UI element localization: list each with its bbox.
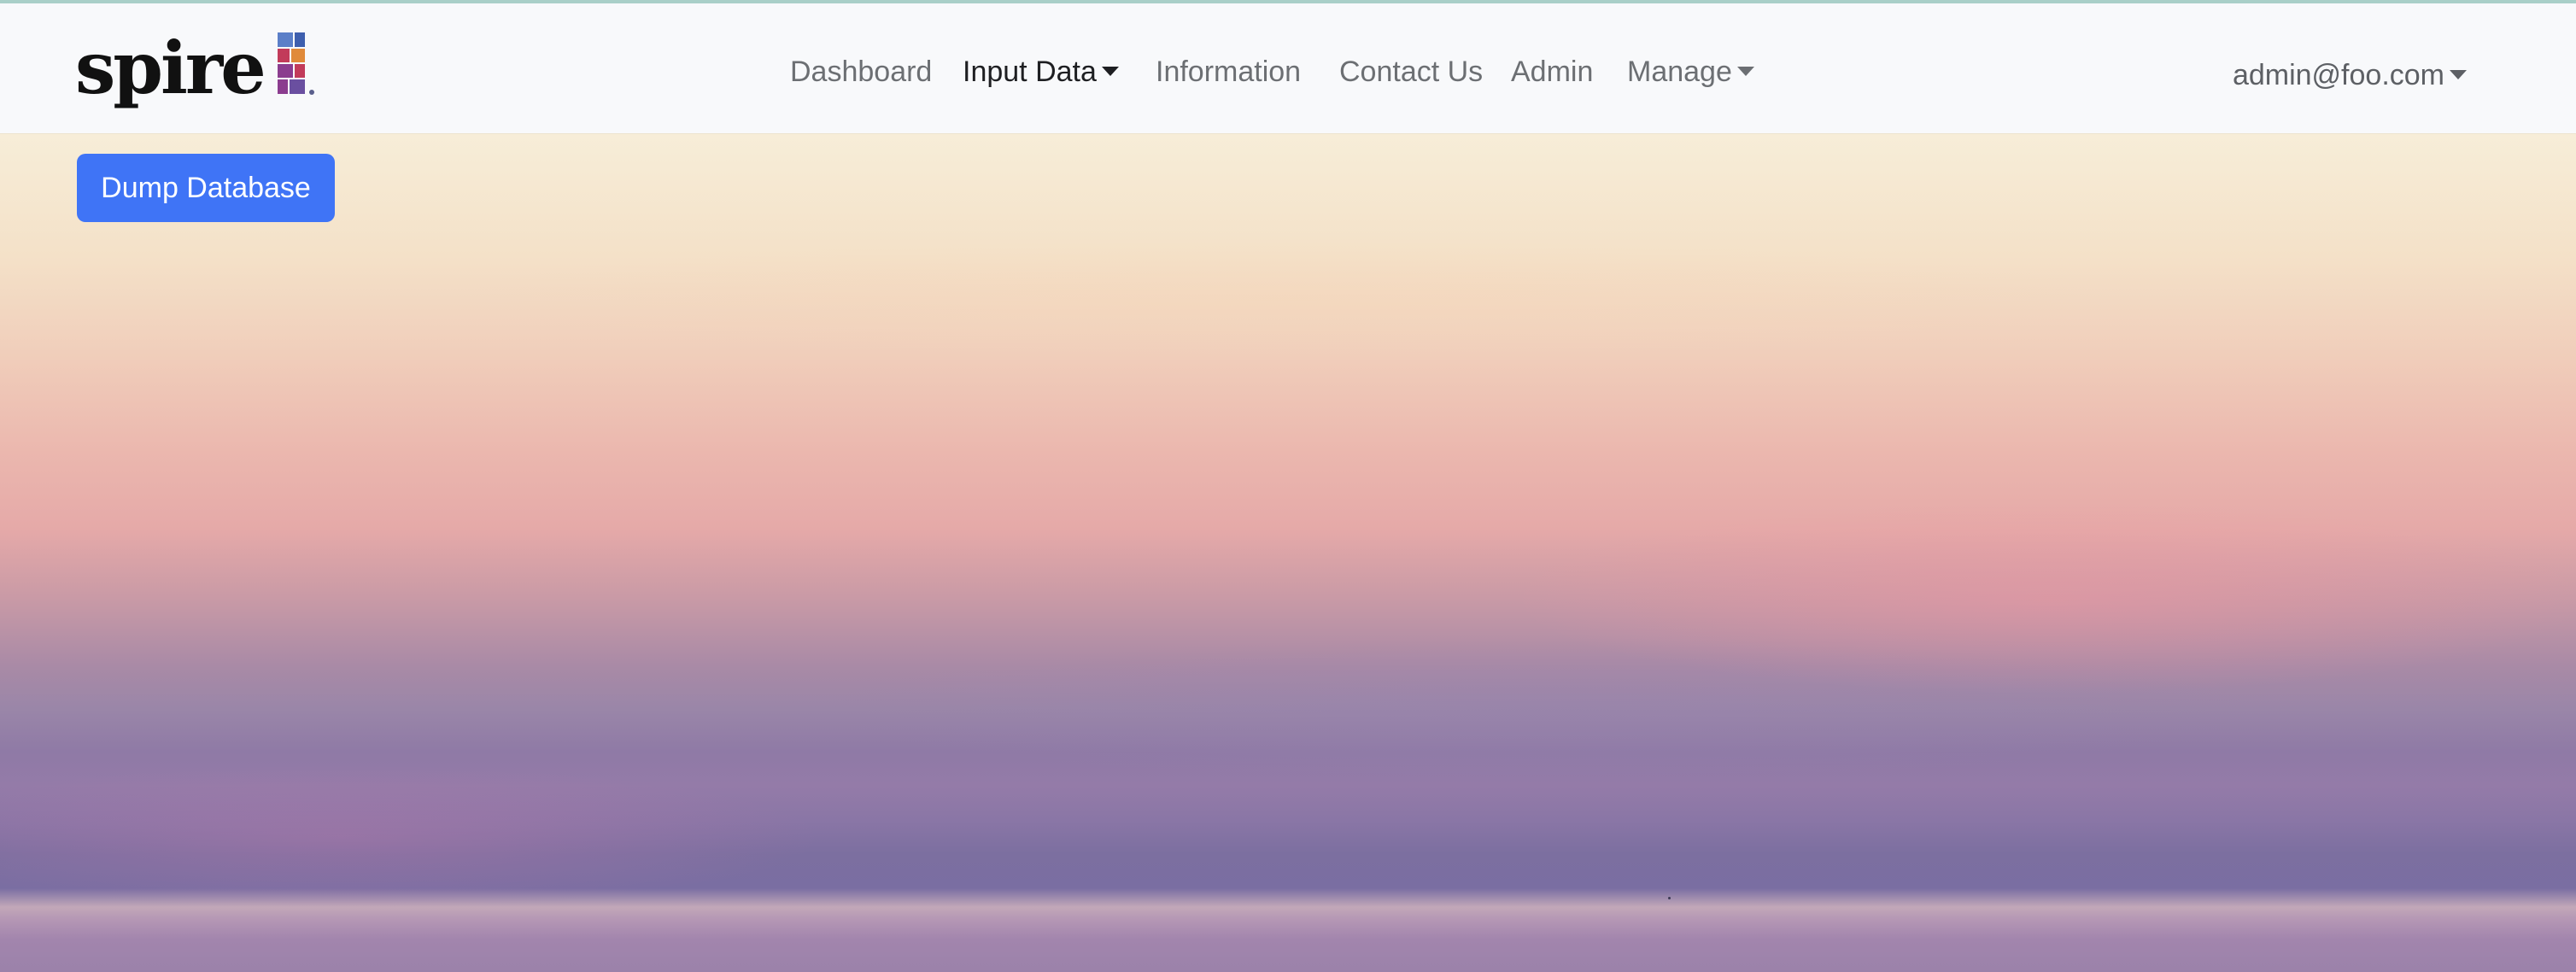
nav-input-data-label: Input Data [963, 56, 1097, 88]
caret-down-icon [2450, 70, 2467, 79]
nav-admin[interactable]: Admin [1511, 55, 1593, 89]
nav-admin-label: Admin [1511, 56, 1594, 88]
nav-dashboard-label: Dashboard [790, 56, 933, 88]
caret-down-icon [1736, 67, 1754, 76]
user-email: admin@foo.com [2232, 59, 2444, 91]
nav-information[interactable]: Information [1156, 55, 1301, 89]
background-sunset-image [0, 0, 2576, 972]
nav-manage-dropdown[interactable]: Manage [1627, 55, 1754, 89]
nav-contact-us-label: Contact Us [1339, 56, 1484, 88]
page: spire Dashboard Input Data Information C… [0, 0, 2576, 972]
nav-manage-label: Manage [1627, 56, 1732, 88]
nav-input-data-dropdown[interactable]: Input Data [963, 55, 1119, 89]
nav-dashboard[interactable]: Dashboard [790, 55, 932, 89]
brand-name: spire [75, 26, 266, 110]
caret-down-icon [1101, 67, 1119, 76]
nav-contact-us[interactable]: Contact Us [1339, 55, 1483, 89]
user-menu-dropdown[interactable]: admin@foo.com [2233, 58, 2467, 92]
dump-database-button[interactable]: Dump Database [77, 154, 335, 222]
brand-logo-link[interactable]: spire [75, 26, 317, 111]
background-bird-speck [1668, 897, 1671, 899]
nav-information-label: Information [1156, 56, 1302, 88]
spire-logo-icon [277, 32, 314, 95]
